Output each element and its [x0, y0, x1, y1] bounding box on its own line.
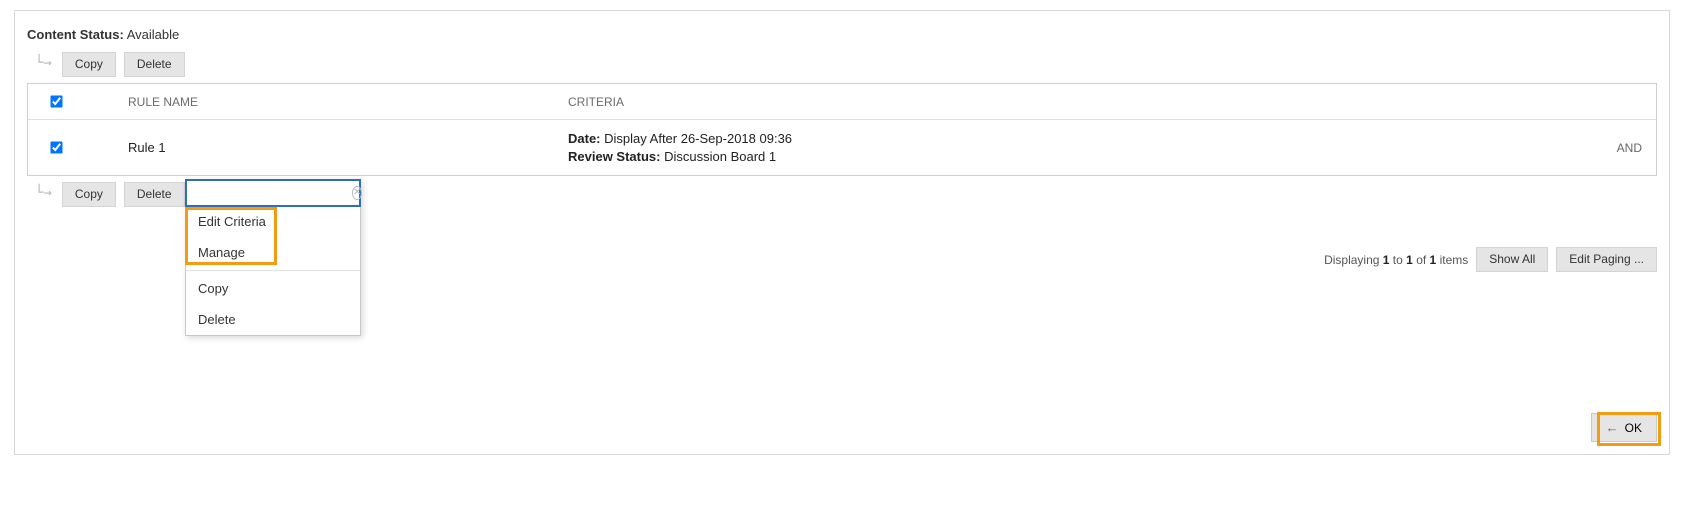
pager-of-word: of: [1416, 253, 1426, 267]
pager-suffix: items: [1440, 253, 1469, 267]
criteria-cell: Date: Display After 26-Sep-2018 09:36 Re…: [568, 130, 1586, 165]
select-all-checkbox[interactable]: [50, 96, 62, 108]
ctx-item-delete[interactable]: Delete: [186, 304, 360, 335]
pager-total: 1: [1430, 253, 1437, 267]
context-menu-search-input[interactable]: [193, 185, 352, 201]
content-status: Content Status: Available: [27, 27, 1657, 42]
ctx-item-copy[interactable]: Copy: [186, 273, 360, 304]
rule-name-cell[interactable]: Rule 1: [128, 140, 568, 155]
ctx-item-manage[interactable]: Manage: [186, 237, 360, 268]
criteria-date-value: Display After 26-Sep-2018 09:36: [604, 131, 792, 146]
pager-summary: Displaying 1 to 1 of 1 items: [1324, 253, 1468, 267]
context-menu: ✕ Edit Criteria Manage Copy Delete: [185, 179, 361, 336]
col-criteria: CRITERIA: [568, 95, 1586, 109]
context-menu-separator: [186, 270, 360, 271]
criteria-review-label: Review Status:: [568, 149, 660, 164]
criteria-date-label: Date:: [568, 131, 601, 146]
arrow-left-icon: ←: [1606, 420, 1619, 435]
pager-to: 1: [1406, 253, 1413, 267]
col-rule-name: RULE NAME: [128, 95, 568, 109]
row-checkbox-cell: [38, 138, 128, 157]
pager-prefix: Displaying: [1324, 253, 1379, 267]
toolbar-arrow-icon: └→: [35, 55, 52, 71]
ok-label: OK: [1625, 421, 1642, 435]
content-panel: Content Status: Available └→ Copy Delete…: [14, 10, 1670, 455]
row-checkbox[interactable]: [50, 142, 62, 154]
delete-button[interactable]: Delete: [124, 52, 185, 77]
delete-button-bottom[interactable]: Delete: [124, 182, 185, 207]
copy-button[interactable]: Copy: [62, 52, 116, 77]
criteria-review-value: Discussion Board 1: [664, 149, 776, 164]
header-checkbox-cell: [38, 92, 128, 111]
operator-cell: AND: [1586, 141, 1646, 155]
content-status-value: Available: [127, 27, 180, 42]
show-all-button[interactable]: Show All: [1476, 247, 1548, 272]
table-header: RULE NAME CRITERIA: [28, 84, 1656, 119]
ok-button[interactable]: ← OK: [1591, 413, 1657, 442]
pager: Displaying 1 to 1 of 1 items Show All Ed…: [1324, 247, 1657, 272]
content-status-label: Content Status:: [27, 27, 124, 42]
pager-from: 1: [1383, 253, 1390, 267]
copy-button-bottom[interactable]: Copy: [62, 182, 116, 207]
ctx-item-edit-criteria[interactable]: Edit Criteria: [186, 206, 360, 237]
edit-paging-button[interactable]: Edit Paging ...: [1556, 247, 1657, 272]
toolbar-arrow-icon: └→: [35, 185, 52, 201]
context-menu-search: ✕: [185, 179, 361, 207]
rules-table: RULE NAME CRITERIA Rule 1 Date: Display …: [27, 83, 1657, 176]
table-row: Rule 1 Date: Display After 26-Sep-2018 0…: [28, 119, 1656, 175]
clear-icon[interactable]: ✕: [352, 186, 362, 200]
pager-to-word: to: [1393, 253, 1403, 267]
toolbar-top: └→ Copy Delete: [27, 52, 1657, 77]
